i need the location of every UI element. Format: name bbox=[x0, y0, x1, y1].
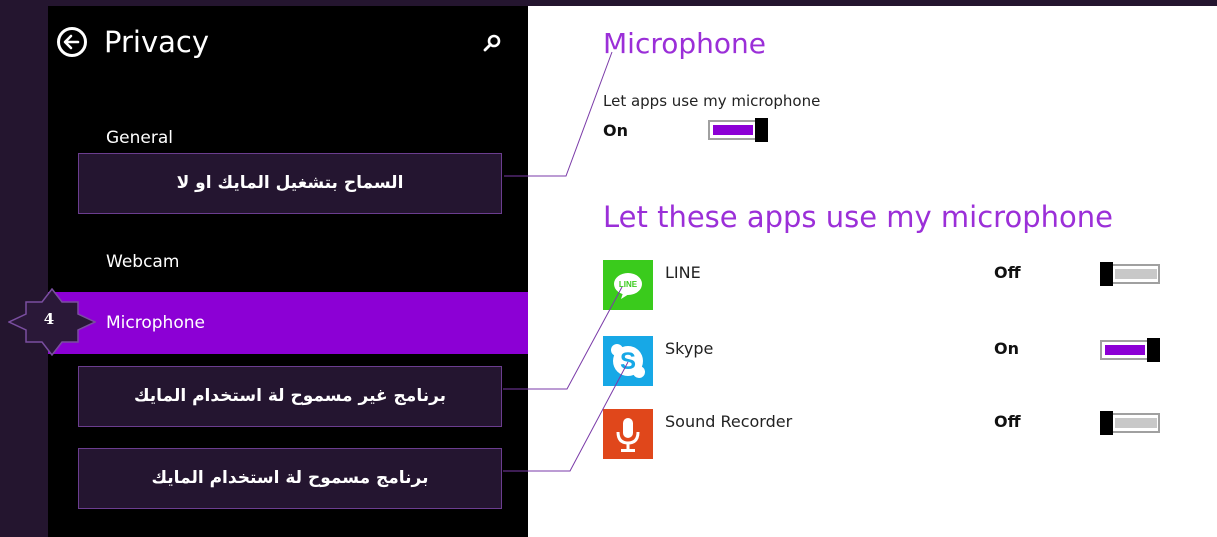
app-row-line: LINE LINE Off bbox=[603, 260, 1203, 312]
master-toggle-state: On bbox=[603, 121, 628, 140]
annotation-callout-allow-mic: السماح بتشغيل المايك او لا bbox=[78, 153, 502, 214]
annotation-callout-app-allowed: برنامج مسموح لة استخدام المايك bbox=[78, 448, 502, 509]
app-state: On bbox=[994, 339, 1019, 358]
master-toggle-label: Let apps use my microphone bbox=[603, 92, 821, 110]
app-name: Skype bbox=[665, 339, 714, 358]
step-number: 4 bbox=[43, 310, 55, 328]
svg-text:S: S bbox=[620, 348, 636, 375]
app-row-skype: S Skype On bbox=[603, 336, 1203, 388]
toggle-fill bbox=[1115, 269, 1157, 279]
toggle-fill bbox=[1105, 345, 1145, 355]
toggle-fill bbox=[1115, 418, 1157, 428]
search-button[interactable] bbox=[481, 33, 503, 55]
line-mic-toggle[interactable] bbox=[1100, 262, 1160, 286]
toggle-thumb bbox=[1100, 411, 1113, 435]
toggle-thumb bbox=[755, 118, 768, 142]
pane-title: Privacy bbox=[104, 25, 209, 59]
section-heading-apps: Let these apps use my microphone bbox=[603, 200, 1113, 234]
app-name: LINE bbox=[665, 263, 701, 282]
annotation-callout-app-denied: برنامج غير مسموح لة استخدام المايك bbox=[78, 366, 502, 427]
sound-recorder-icon bbox=[603, 409, 653, 459]
svg-text:LINE: LINE bbox=[619, 280, 638, 289]
nav-item-label: Webcam bbox=[106, 252, 180, 272]
app-row-sound-recorder: Sound Recorder Off bbox=[603, 409, 1203, 461]
app-state: Off bbox=[994, 412, 1021, 431]
skype-app-icon: S bbox=[603, 336, 653, 386]
app-state: Off bbox=[994, 263, 1021, 282]
left-frame bbox=[0, 0, 48, 537]
app-name: Sound Recorder bbox=[665, 412, 793, 431]
back-arrow-icon bbox=[63, 34, 80, 50]
skype-mic-toggle[interactable] bbox=[1100, 338, 1160, 362]
nav-item-label: General bbox=[106, 128, 173, 148]
back-button[interactable] bbox=[57, 27, 87, 57]
toggle-thumb bbox=[1100, 262, 1113, 286]
search-icon bbox=[483, 34, 501, 52]
master-microphone-toggle[interactable] bbox=[708, 118, 768, 142]
nav-item-microphone[interactable]: Microphone bbox=[48, 292, 528, 354]
toggle-fill bbox=[713, 125, 753, 135]
sound-recorder-mic-toggle[interactable] bbox=[1100, 411, 1160, 435]
toggle-thumb bbox=[1147, 338, 1160, 362]
line-app-icon: LINE bbox=[603, 260, 653, 310]
nav-item-webcam[interactable]: Webcam bbox=[48, 232, 528, 292]
section-heading-microphone: Microphone bbox=[603, 27, 766, 60]
nav-item-label: Microphone bbox=[106, 313, 205, 333]
